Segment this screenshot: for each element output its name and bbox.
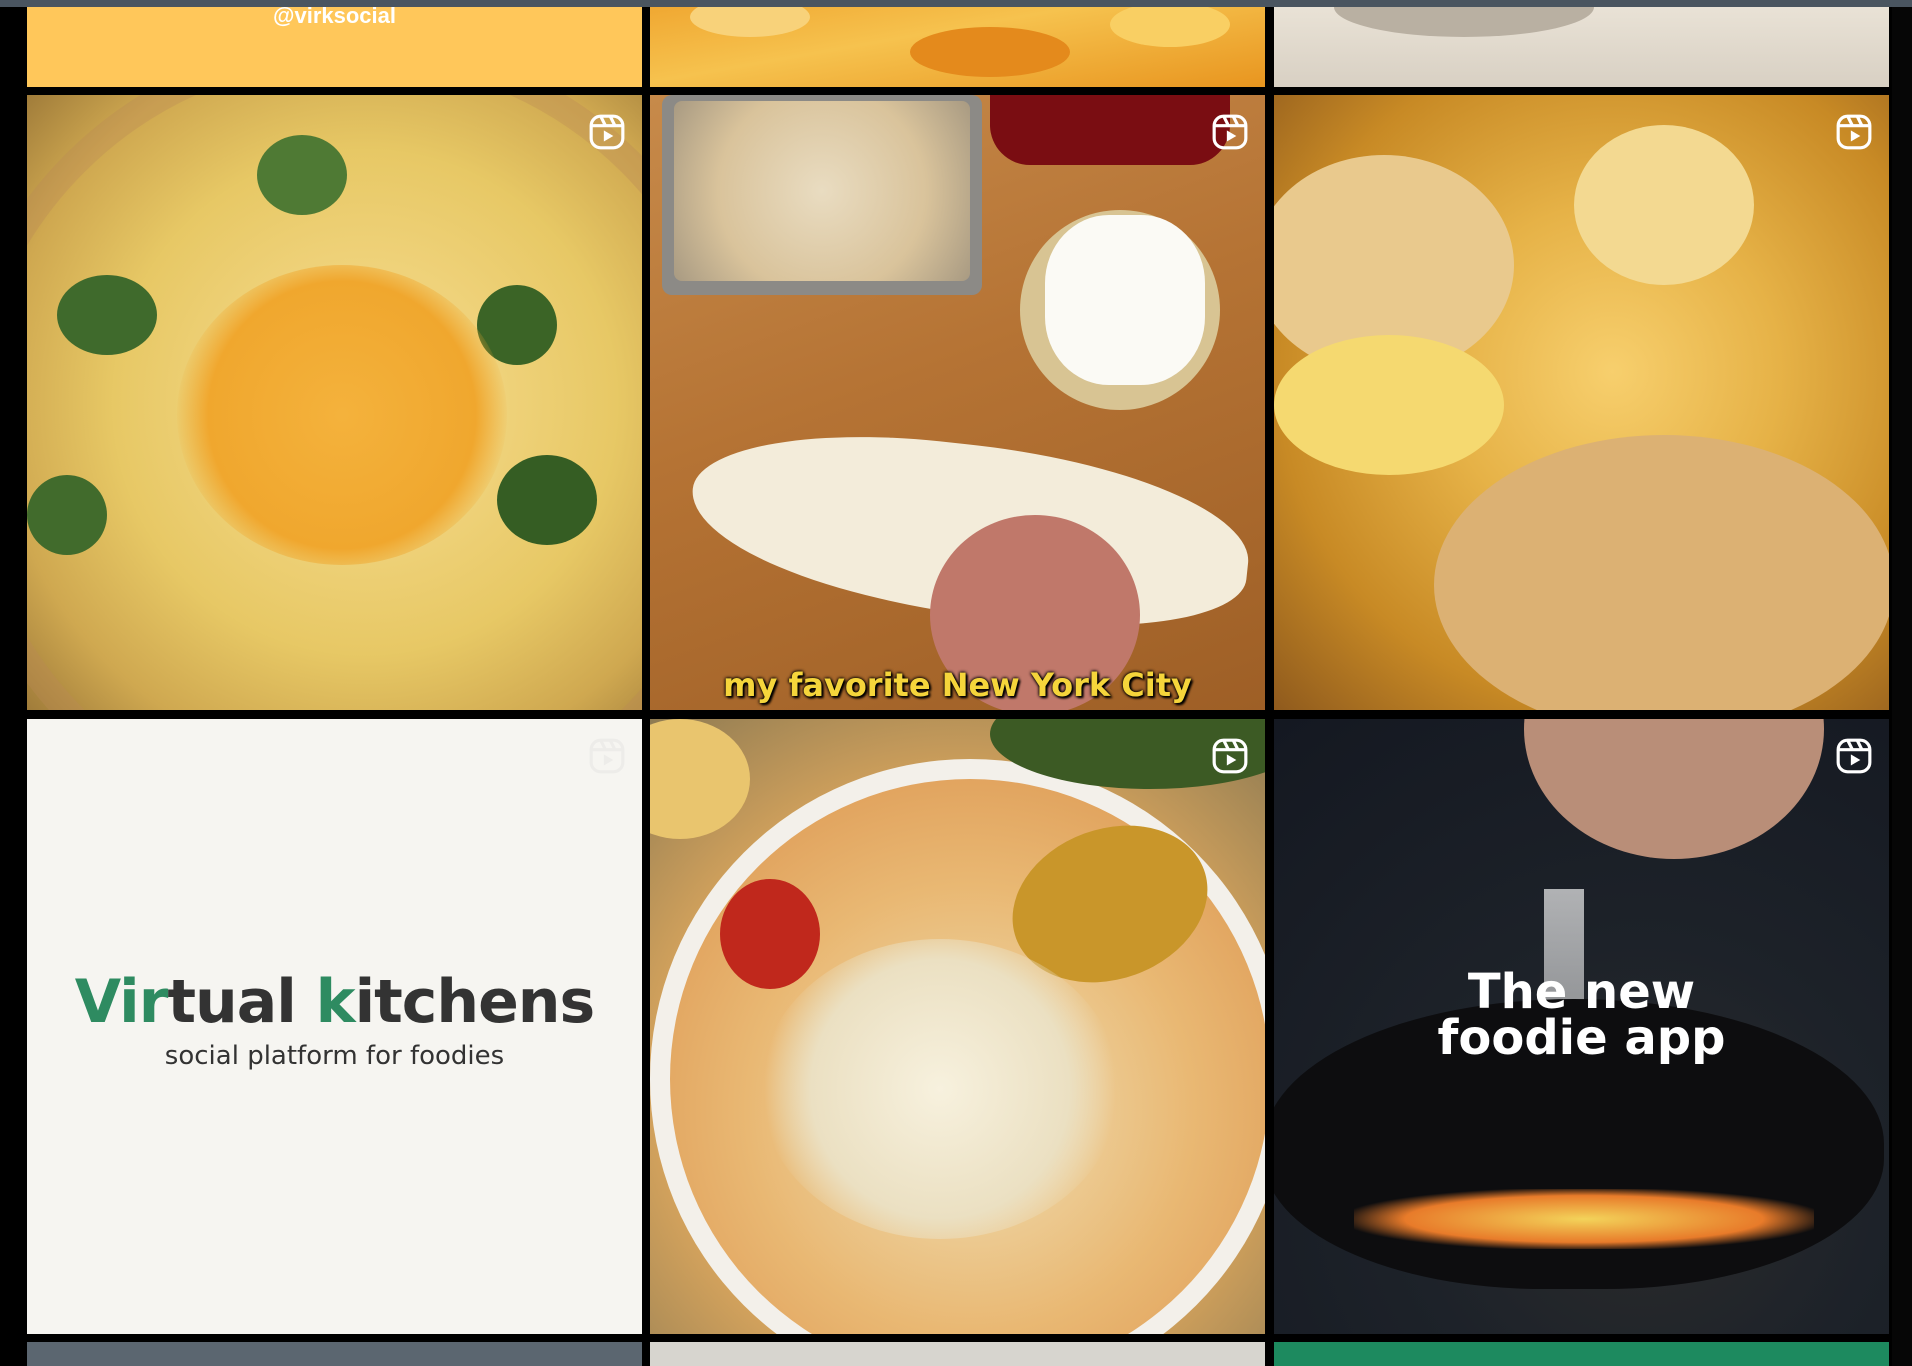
window-top-bar bbox=[0, 0, 1912, 7]
scrollbar-track[interactable] bbox=[1892, 7, 1912, 1366]
broccoli-floret bbox=[257, 135, 347, 215]
sauce-pot bbox=[990, 95, 1230, 165]
post-tile-soup-bowl[interactable] bbox=[650, 719, 1265, 1334]
board-shadow bbox=[1334, 7, 1594, 37]
shredded-cheese bbox=[177, 265, 507, 565]
reels-icon bbox=[1835, 737, 1873, 775]
broccoli-floret bbox=[57, 275, 157, 355]
brand-title: Virtual kitchens bbox=[74, 967, 595, 1037]
reels-icon bbox=[1211, 737, 1249, 775]
pasta-shape bbox=[690, 7, 810, 37]
reels-icon bbox=[1835, 113, 1873, 151]
hand bbox=[1524, 719, 1824, 859]
post-tile-handle[interactable]: @virksocial bbox=[27, 7, 642, 87]
biscuit bbox=[1434, 435, 1889, 710]
post-tile-pasta[interactable] bbox=[650, 7, 1265, 87]
mozzarella bbox=[1045, 215, 1205, 385]
post-tile-board[interactable] bbox=[1274, 7, 1889, 87]
post-tile-broccoli-soup[interactable] bbox=[27, 95, 642, 710]
post-tile-partial[interactable] bbox=[27, 1342, 642, 1366]
handle-text: @virksocial bbox=[273, 7, 396, 28]
promo-line-1: The new bbox=[1467, 964, 1696, 1020]
post-tile-partial[interactable] bbox=[650, 1342, 1265, 1366]
reels-icon bbox=[588, 737, 626, 775]
biscuit-layer bbox=[1574, 125, 1754, 285]
reels-icon bbox=[588, 113, 626, 151]
promo-line-2: foodie app bbox=[1437, 1010, 1726, 1066]
calamari bbox=[674, 101, 970, 281]
pasta-shape bbox=[910, 27, 1070, 77]
pasta-shape bbox=[1110, 7, 1230, 47]
broccoli-floret bbox=[27, 475, 107, 555]
post-grid: @virksocial my favorite New York City Vi… bbox=[27, 7, 1889, 1366]
reels-icon bbox=[1211, 113, 1249, 151]
post-tile-partial[interactable] bbox=[1274, 1342, 1889, 1366]
post-tile-sandwich[interactable]: my favorite New York City bbox=[650, 95, 1265, 710]
video-caption: my favorite New York City bbox=[723, 666, 1192, 704]
tomato bbox=[720, 879, 820, 989]
pan-contents bbox=[1354, 1189, 1814, 1249]
brand-block: Virtual kitchens social platform for foo… bbox=[27, 967, 642, 1071]
post-tile-brand[interactable]: Virtual kitchens social platform for foo… bbox=[27, 719, 642, 1334]
promo-text: The new foodie app bbox=[1274, 964, 1889, 1066]
pasta-shells bbox=[650, 719, 750, 839]
broccoli-floret bbox=[497, 455, 597, 545]
post-tile-biscuits-honey[interactable] bbox=[1274, 95, 1889, 710]
brand-subtitle: social platform for foodies bbox=[164, 1041, 505, 1071]
butter bbox=[1274, 335, 1504, 475]
post-tile-foodie-app[interactable]: The new foodie app bbox=[1274, 719, 1889, 1334]
parmesan bbox=[760, 939, 1120, 1239]
